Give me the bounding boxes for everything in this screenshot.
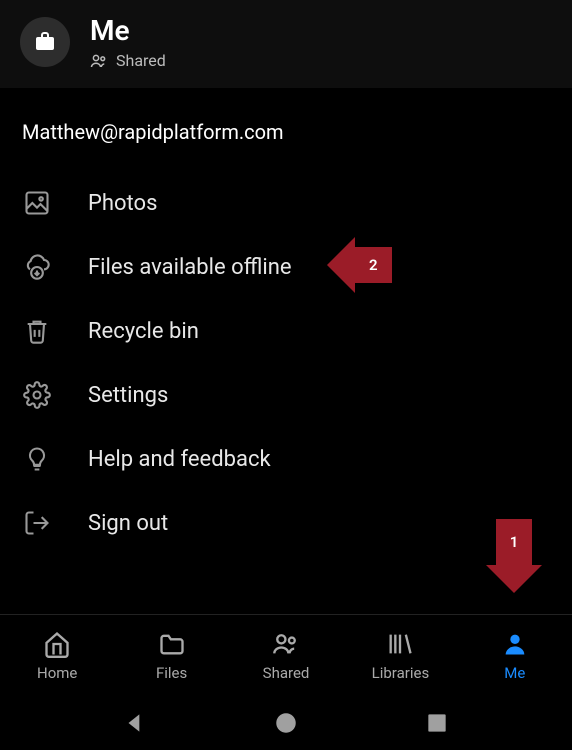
folder-icon bbox=[158, 630, 186, 658]
system-recent-button[interactable] bbox=[424, 710, 450, 736]
signout-icon bbox=[22, 508, 52, 538]
annotation-label-1: 1 bbox=[496, 519, 532, 565]
bottom-nav: Home Files Shared Libraries bbox=[0, 614, 572, 696]
trash-icon bbox=[22, 316, 52, 346]
nav-label-libraries: Libraries bbox=[372, 664, 430, 682]
annotation-label-2: 2 bbox=[355, 247, 392, 283]
header-subtitle[interactable]: Shared bbox=[90, 51, 166, 70]
menu-list: Photos Files available offline bbox=[22, 174, 550, 558]
nav-label-shared: Shared bbox=[263, 664, 310, 682]
content: Matthew@rapidplatform.com Photos bbox=[0, 88, 572, 614]
system-nav bbox=[0, 696, 572, 750]
account-email: Matthew@rapidplatform.com bbox=[22, 120, 550, 144]
libraries-icon bbox=[386, 630, 414, 658]
cloud-offline-icon bbox=[22, 252, 52, 282]
menu-label-help: Help and feedback bbox=[88, 447, 271, 472]
menu-item-signout[interactable]: Sign out bbox=[22, 494, 550, 558]
system-home-button[interactable] bbox=[273, 710, 299, 736]
lightbulb-icon bbox=[22, 444, 52, 474]
menu-label-settings: Settings bbox=[88, 383, 168, 408]
shared-icon bbox=[272, 630, 300, 658]
annotation-arrow-2: 2 bbox=[327, 237, 392, 293]
menu-item-photos[interactable]: Photos bbox=[22, 174, 550, 238]
menu-label-offline: Files available offline bbox=[88, 255, 292, 280]
person-icon bbox=[501, 630, 529, 658]
system-back-button[interactable] bbox=[122, 710, 148, 736]
avatar[interactable] bbox=[20, 17, 70, 67]
menu-label-signout: Sign out bbox=[88, 511, 168, 536]
nav-label-files: Files bbox=[156, 664, 187, 682]
menu-item-offline[interactable]: Files available offline bbox=[22, 238, 550, 302]
nav-item-shared[interactable]: Shared bbox=[229, 615, 343, 696]
people-icon bbox=[90, 52, 108, 70]
nav-label-me: Me bbox=[504, 664, 525, 682]
nav-item-files[interactable]: Files bbox=[114, 615, 228, 696]
menu-label-recycle: Recycle bin bbox=[88, 319, 199, 344]
page-title: Me bbox=[90, 14, 166, 47]
photos-icon bbox=[22, 188, 52, 218]
gear-icon bbox=[22, 380, 52, 410]
nav-item-me[interactable]: Me bbox=[458, 615, 572, 696]
briefcase-icon bbox=[33, 30, 57, 54]
nav-label-home: Home bbox=[37, 664, 77, 682]
nav-item-libraries[interactable]: Libraries bbox=[343, 615, 457, 696]
shared-label: Shared bbox=[116, 51, 166, 70]
menu-item-recycle[interactable]: Recycle bin bbox=[22, 302, 550, 366]
header: Me Shared bbox=[0, 0, 572, 88]
nav-item-home[interactable]: Home bbox=[0, 615, 114, 696]
menu-item-help[interactable]: Help and feedback bbox=[22, 430, 550, 494]
menu-item-settings[interactable]: Settings bbox=[22, 366, 550, 430]
menu-label-photos: Photos bbox=[88, 191, 157, 216]
home-icon bbox=[43, 630, 71, 658]
annotation-arrow-1: 1 bbox=[486, 519, 542, 593]
